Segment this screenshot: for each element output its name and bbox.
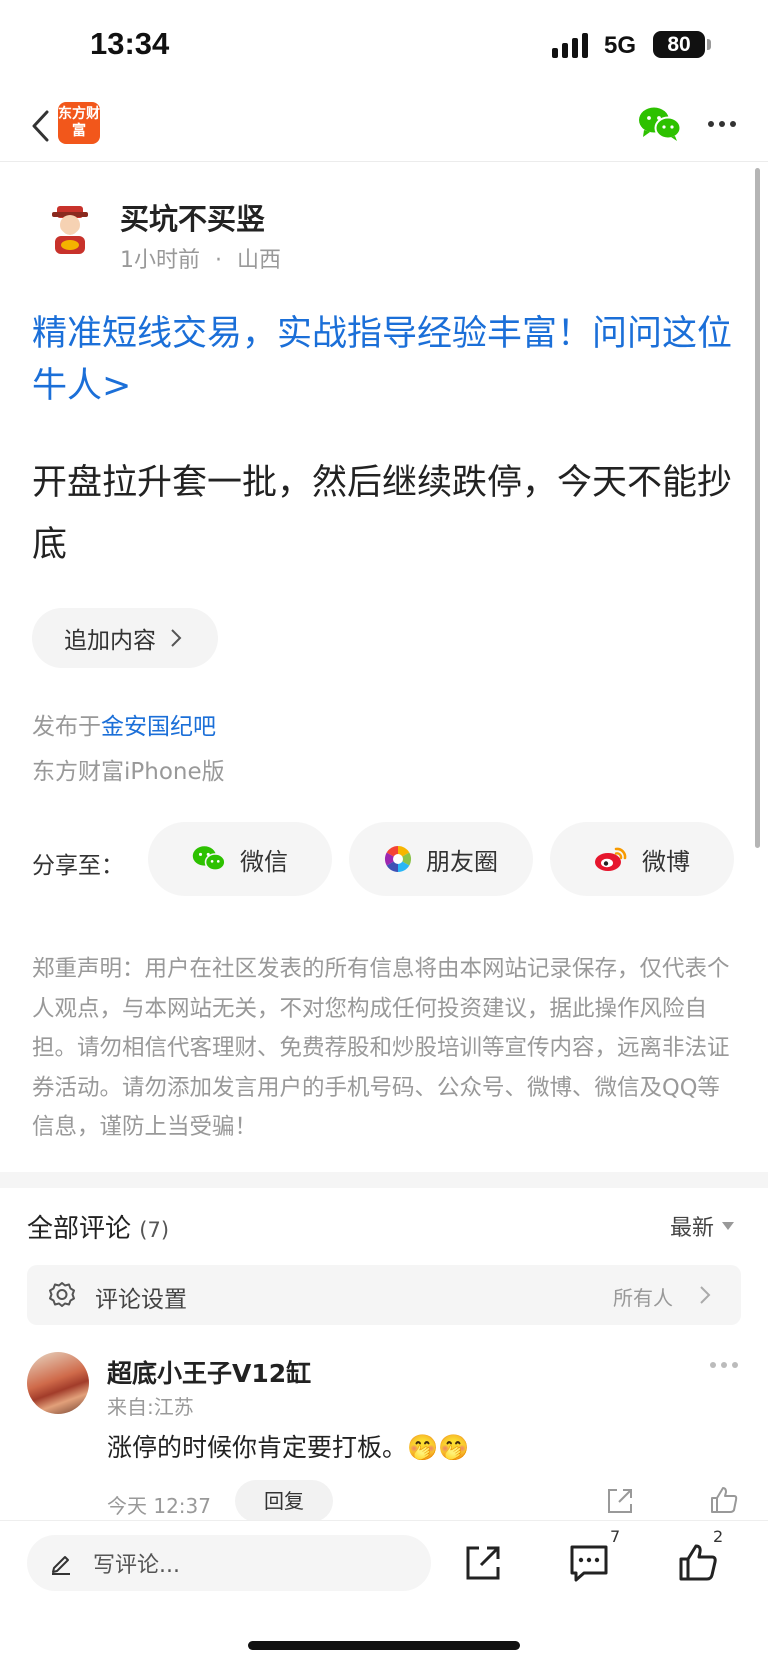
share-weibo-label: 微博	[642, 847, 690, 876]
published-prefix: 发布于	[32, 714, 101, 740]
comment-input[interactable]: 写评论...	[27, 1535, 431, 1591]
comments-title: 全部评论 (7)	[27, 1208, 169, 1245]
commenter-location: 来自:江苏	[107, 1395, 194, 1419]
reply-button[interactable]: 回复	[235, 1480, 333, 1522]
app-logo[interactable]: 东方财富	[58, 102, 100, 144]
more-icon[interactable]	[704, 108, 740, 140]
wechat-icon[interactable]	[638, 106, 682, 142]
comment-icon[interactable]	[568, 1543, 610, 1583]
comment-settings-row[interactable]: 评论设置 所有人	[27, 1265, 741, 1325]
comment-more-icon[interactable]	[710, 1362, 738, 1368]
comments-title-label: 全部评论	[27, 1214, 132, 1244]
chevron-right-icon	[700, 1286, 711, 1304]
chevron-right-icon	[171, 629, 182, 647]
network-type: 5G	[604, 32, 637, 59]
author-name[interactable]: 买坑不买竖	[120, 196, 265, 238]
bar-link[interactable]: 金安国纪吧	[101, 714, 216, 740]
client-source: 东方财富iPhone版	[32, 759, 225, 785]
sort-dropdown[interactable]: 最新	[670, 1210, 735, 1242]
section-divider	[0, 1172, 768, 1188]
share-moments-label: 朋友圈	[426, 847, 498, 876]
signal-icon	[552, 30, 588, 58]
nav-bar: 东方财富	[0, 90, 768, 162]
post-time: 1小时前	[120, 248, 200, 273]
weibo-icon	[595, 847, 627, 871]
post-location: 山西	[237, 248, 282, 273]
thumbs-up-icon[interactable]	[708, 1484, 740, 1516]
like-count-badge: 2	[713, 1527, 724, 1546]
commenter-avatar[interactable]	[27, 1352, 89, 1414]
comment-input-placeholder: 写评论...	[93, 1553, 180, 1578]
disclaimer: 郑重声明：用户在社区发表的所有信息将由本网站记录保存，仅代表个人观点，与本网站无…	[32, 956, 730, 1140]
share-icon[interactable]	[605, 1486, 635, 1516]
share-wechat-label: 微信	[240, 847, 288, 876]
share-moments-button[interactable]: 朋友圈	[349, 822, 533, 896]
battery-cap	[707, 39, 711, 50]
bottom-bar: 写评论... 7 2	[0, 1520, 768, 1662]
share-weibo-button[interactable]: 微博	[550, 822, 734, 896]
comment-count-badge: 7	[610, 1527, 621, 1546]
sort-label: 最新	[670, 1216, 715, 1241]
published-in: 发布于金安国纪吧	[32, 707, 216, 741]
post-body: 开盘拉升套一批，然后继续跌停，今天不能抄底	[32, 463, 733, 565]
author-avatar[interactable]	[40, 198, 100, 258]
wechat-icon	[192, 846, 226, 871]
share-label: 分享至：	[32, 853, 124, 879]
pencil-icon	[52, 1556, 70, 1575]
comments-count: (7)	[139, 1218, 170, 1242]
status-bar: 13:34 5G 80	[0, 0, 768, 90]
back-icon[interactable]	[20, 104, 60, 148]
promo-link[interactable]: 精准短线交易，实战指导经验丰富！问问这位牛人>	[32, 308, 737, 412]
status-time: 13:34	[90, 26, 170, 61]
scrollbar[interactable]	[755, 168, 760, 848]
append-content-button[interactable]: 追加内容	[32, 608, 218, 668]
thumbs-up-icon[interactable]	[677, 1541, 719, 1583]
post-meta: 1小时前 · 山西	[120, 242, 281, 274]
gear-icon	[49, 1282, 75, 1307]
commenter-name[interactable]: 超底小王子V12缸	[107, 1354, 311, 1390]
comment-text: 涨停的时候你肯定要打板。🤭🤭	[107, 1433, 470, 1462]
caret-down-icon	[722, 1222, 735, 1230]
battery-icon: 80	[653, 31, 705, 58]
comment-settings-value: 所有人	[613, 1286, 673, 1310]
meta-separator: ·	[215, 248, 222, 273]
share-wechat-button[interactable]: 微信	[148, 822, 332, 896]
comment-settings-label: 评论设置	[95, 1287, 187, 1313]
home-indicator	[248, 1641, 520, 1650]
append-content-label: 追加内容	[64, 628, 156, 654]
share-icon[interactable]	[463, 1543, 503, 1583]
comment-time: 今天 12:37	[107, 1494, 211, 1518]
moments-icon	[384, 845, 412, 873]
